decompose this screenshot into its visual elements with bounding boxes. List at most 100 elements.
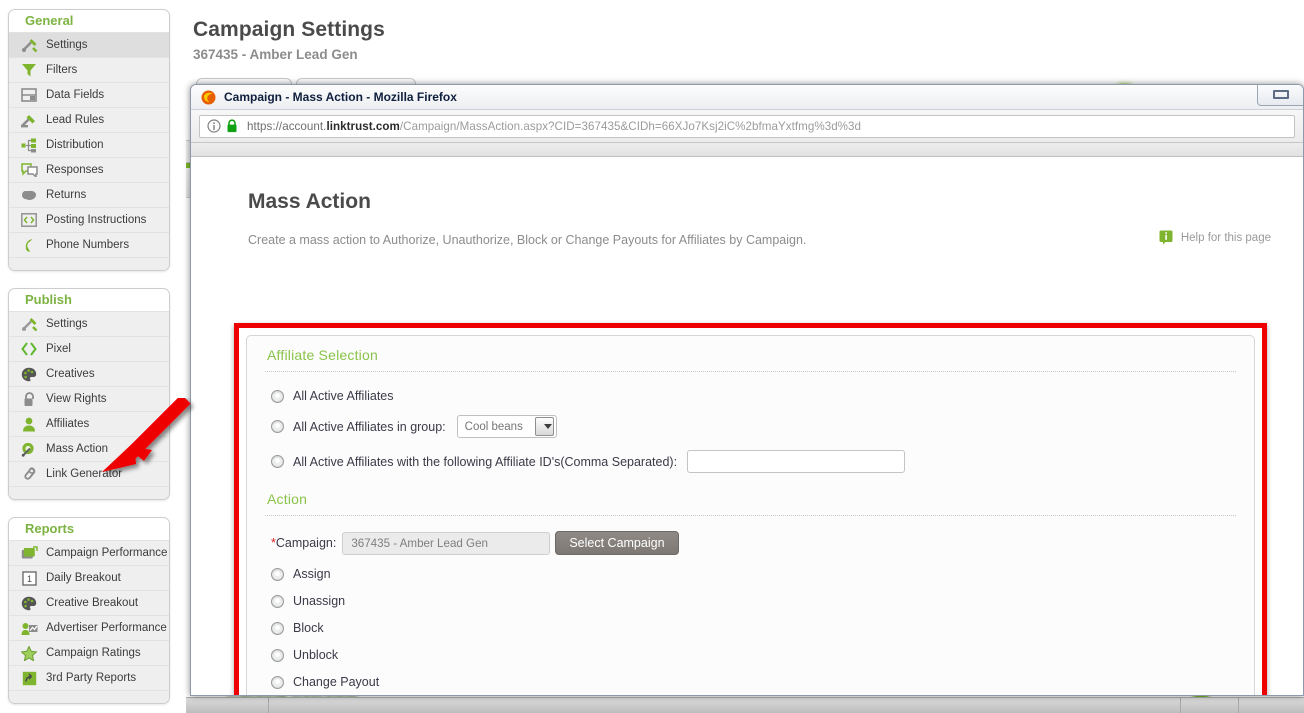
radio-row-affiliate-ids[interactable]: All Active Affiliates with the following… [247, 450, 1254, 473]
sidebar-item-label: Daily Breakout [46, 572, 121, 584]
chevron-down-icon[interactable] [534, 417, 554, 436]
lock-icon [18, 390, 40, 408]
sidebar-group-header-publish: Publish [9, 289, 169, 311]
affiliate-ids-input[interactable] [687, 450, 906, 473]
sidebar-item-label: Creatives [46, 368, 95, 380]
palette-icon [18, 594, 40, 612]
section-divider [265, 515, 1236, 516]
sidebar-item-filters[interactable]: Filters [9, 57, 169, 82]
site-info-icon[interactable] [207, 119, 221, 133]
sidebar-item-label: Phone Numbers [46, 239, 130, 251]
sidebar-item-label: Lead Rules [46, 114, 105, 126]
sidebar-item-view-rights[interactable]: View Rights [9, 386, 169, 411]
sidebar-item-daily-breakout[interactable]: 1 Daily Breakout [9, 565, 169, 590]
minimize-button[interactable] [1257, 85, 1303, 106]
mass-action-heading: Mass Action [248, 190, 371, 213]
radio-row-block[interactable]: Block [247, 621, 1254, 635]
sidebar-group-publish: Publish Settings Pixel Creatives View Ri… [8, 288, 170, 500]
sidebar-item-label: Posting Instructions [46, 214, 147, 226]
radio-change-payout[interactable] [271, 675, 284, 689]
gavel-icon [18, 111, 40, 129]
sidebar-item-affiliates[interactable]: Affiliates [9, 411, 169, 436]
radio-row-assign[interactable]: Assign [247, 567, 1254, 581]
sidebar-item-pixel[interactable]: Pixel [9, 336, 169, 361]
sidebar-item-campaign-performance[interactable]: Campaign Performance [9, 540, 169, 565]
radio-label: All Active Affiliates [293, 389, 394, 403]
radio-label: Unblock [293, 648, 339, 662]
help-for-this-page-link[interactable]: Help for this page [1159, 230, 1271, 245]
sidebar-item-label: Pixel [46, 343, 71, 355]
firefox-titlebar[interactable]: Campaign - Mass Action - Mozilla Firefox [191, 85, 1303, 110]
sidebar-group-footer [9, 486, 169, 499]
sidebar-item-label: Settings [46, 39, 88, 51]
tools-icon [18, 36, 40, 54]
radio-row-unassign[interactable]: Unassign [247, 594, 1254, 608]
link-icon [18, 465, 40, 483]
select-campaign-button[interactable]: Select Campaign [555, 531, 679, 555]
sidebar-item-lead-rules[interactable]: Lead Rules [9, 107, 169, 132]
radio-assign[interactable] [271, 567, 284, 581]
sidebar-item-data-fields[interactable]: Data Fields [9, 82, 169, 107]
sidebar-item-posting-instructions[interactable]: Posting Instructions [9, 207, 169, 232]
funnel-icon [18, 61, 40, 79]
sidebar-item-label: Advertiser Performance [46, 622, 167, 634]
radio-row-unblock[interactable]: Unblock [247, 648, 1254, 662]
sidebar-item-settings[interactable]: Settings [9, 32, 169, 57]
url-bar[interactable]: https://account.linktrust.com/Campaign/M… [199, 114, 1295, 138]
campaign-performance-icon [18, 544, 40, 562]
sidebar-item-creative-breakout[interactable]: Creative Breakout [9, 590, 169, 615]
radio-row-change-payout[interactable]: Change Payout [247, 675, 1254, 689]
tools-icon [18, 315, 40, 333]
sidebar-item-advertiser-performance[interactable]: Advertiser Performance [9, 615, 169, 640]
section-divider [265, 371, 1236, 372]
radio-unblock[interactable] [271, 648, 284, 662]
sidebar-item-3rd-party-reports[interactable]: 3rd Party Reports [9, 665, 169, 690]
action-section-title: Action [267, 491, 308, 507]
firefox-navbar: https://account.linktrust.com/Campaign/M… [191, 110, 1303, 143]
sidebar-group-general: General Settings Filters Data Fields Lea… [8, 9, 170, 271]
angle-brackets-icon [18, 340, 40, 358]
radio-affiliate-ids[interactable] [271, 455, 284, 468]
info-icon [1159, 230, 1174, 245]
radio-row-all-active-affiliates[interactable]: All Active Affiliates [247, 389, 1254, 403]
radio-row-all-active-affiliates-in-group[interactable]: All Active Affiliates in group: Cool bea… [247, 415, 1254, 438]
affiliate-group-select[interactable]: Cool beans [456, 415, 557, 438]
third-party-icon [18, 669, 40, 687]
radio-label: Block [293, 621, 324, 635]
radio-label: All Active Affiliates in group: [293, 419, 446, 434]
sidebar-item-responses[interactable]: Responses [9, 157, 169, 182]
radio-label: All Active Affiliates with the following… [293, 454, 678, 469]
sidebar-group-footer [9, 690, 169, 703]
firefox-logo-icon [201, 90, 216, 105]
data-fields-icon [18, 86, 40, 104]
sidebar-item-label: Data Fields [46, 89, 105, 101]
sidebar-item-creatives[interactable]: Creatives [9, 361, 169, 386]
sidebar-item-distribution[interactable]: Distribution [9, 132, 169, 157]
campaign-field: 367435 - Amber Lead Gen [342, 531, 551, 555]
return-arrow-icon [18, 186, 40, 204]
sidebar-item-mass-action[interactable]: Mass Action [9, 436, 169, 461]
sidebar-item-label: Campaign Performance [46, 547, 168, 559]
radio-block[interactable] [271, 621, 284, 635]
sidebar-item-returns[interactable]: Returns [9, 182, 169, 207]
sidebar-item-campaign-ratings[interactable]: Campaign Ratings [9, 640, 169, 665]
sidebar-item-label: Responses [46, 164, 104, 176]
sidebar-item-label: View Rights [46, 393, 107, 405]
radio-label: Unassign [293, 594, 346, 608]
background-bottom-divider [1238, 697, 1239, 713]
mass-action-icon [18, 440, 40, 458]
firefox-window-title: Campaign - Mass Action - Mozilla Firefox [224, 90, 457, 104]
radio-unassign[interactable] [271, 594, 284, 608]
radio-all-active-affiliates[interactable] [271, 389, 284, 403]
sidebar-item-label: Creative Breakout [46, 597, 139, 609]
sidebar-item-publish-settings[interactable]: Settings [9, 311, 169, 336]
affiliate-selection-title: Affiliate Selection [267, 347, 378, 363]
radio-all-active-affiliates-in-group[interactable] [271, 420, 284, 433]
sidebar-item-link-generator[interactable]: Link Generator [9, 461, 169, 486]
sidebar-group-footer [9, 257, 169, 270]
sidebar-item-label: Mass Action [46, 443, 108, 455]
firefox-bookmarks-bar [191, 143, 1303, 157]
speech-bubbles-icon [18, 161, 40, 179]
sidebar-item-phone-numbers[interactable]: Phone Numbers [9, 232, 169, 257]
affiliate-group-select-value: Cool beans [464, 420, 523, 433]
